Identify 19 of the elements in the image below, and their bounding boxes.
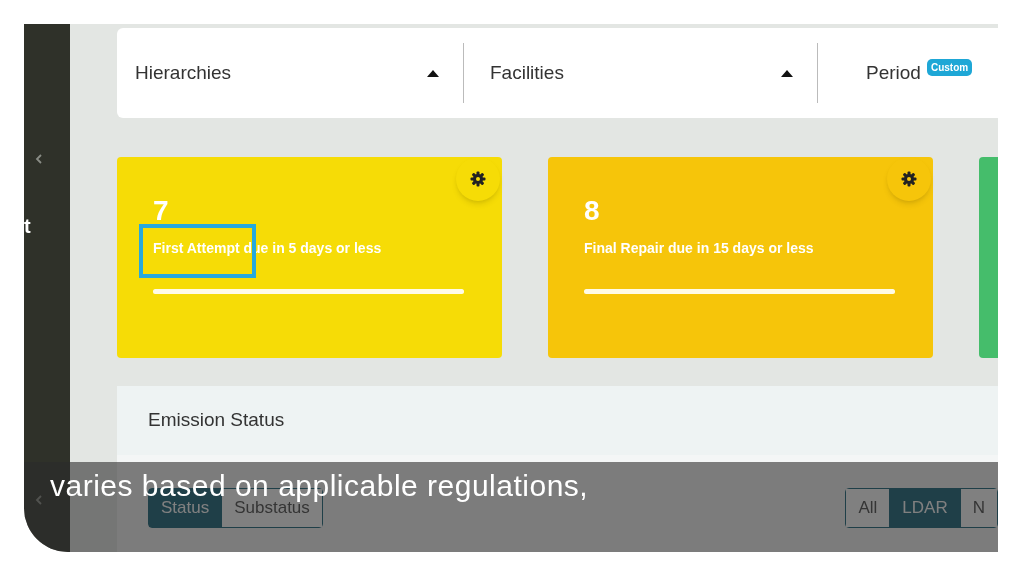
caret-up-icon bbox=[427, 69, 439, 77]
metric-value: 7 bbox=[153, 197, 170, 225]
filter-dropdown[interactable]: Hierarchies bbox=[135, 53, 439, 93]
sidebar-text: t bbox=[24, 216, 31, 236]
metric-value: 8 bbox=[584, 197, 601, 225]
segment-tab[interactable]: N bbox=[959, 489, 997, 527]
panel-title: Emission Status bbox=[148, 408, 285, 433]
settings-button[interactable] bbox=[456, 157, 500, 201]
segment-tab[interactable]: LDAR bbox=[889, 489, 960, 527]
segment-tab[interactable]: All bbox=[846, 489, 890, 527]
custom-badge: Custom bbox=[926, 58, 973, 76]
gear-icon bbox=[901, 171, 917, 187]
gear-icon bbox=[470, 171, 486, 187]
chevron-left-icon[interactable] bbox=[35, 154, 43, 164]
caret-up-icon bbox=[781, 69, 793, 77]
period-label[interactable]: Period bbox=[866, 58, 921, 88]
metric-label: Final Repair due in 15 days or less bbox=[584, 239, 815, 258]
settings-button[interactable] bbox=[887, 157, 931, 201]
filter-dropdown[interactable]: Facilities bbox=[490, 53, 793, 93]
